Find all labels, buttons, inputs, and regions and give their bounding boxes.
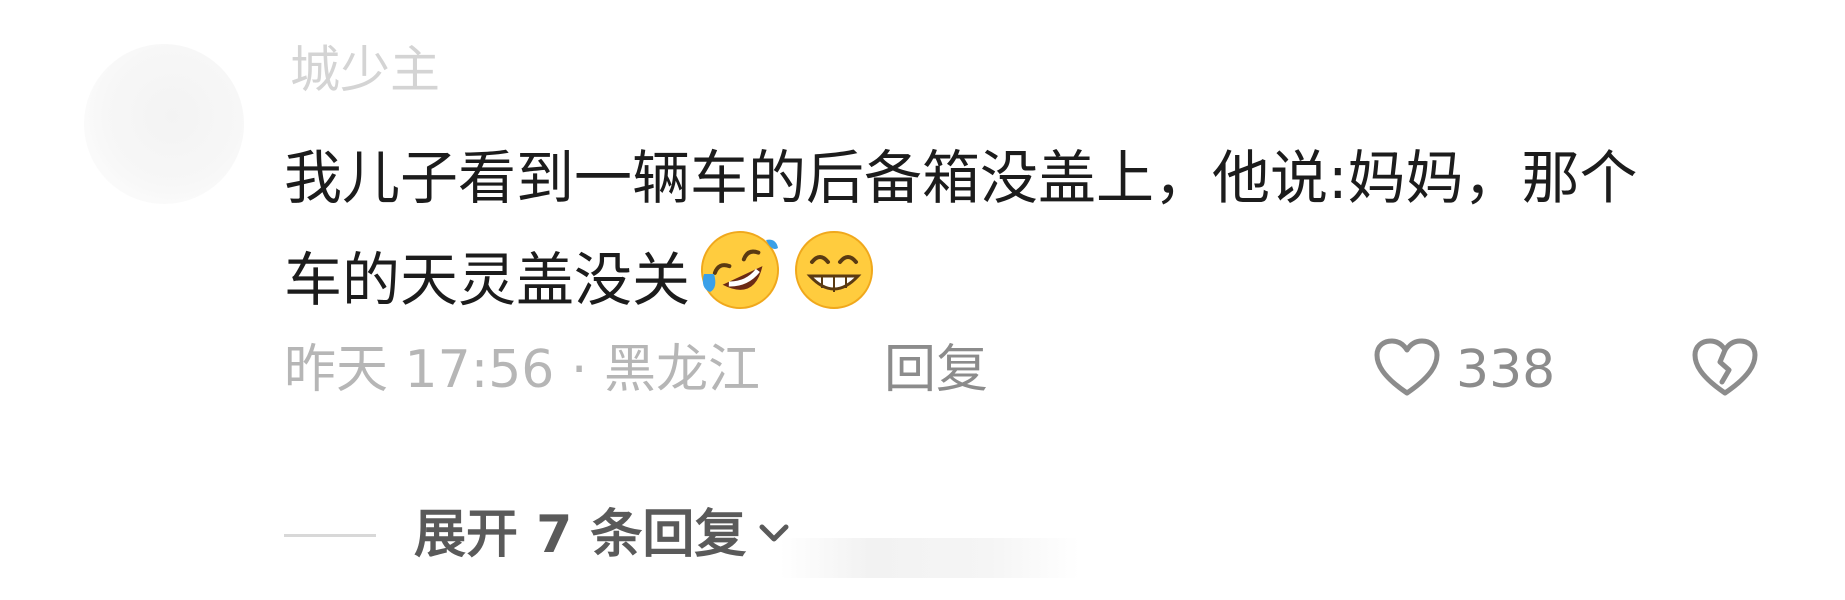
like-count: 338 [1456,340,1556,400]
comment-body: 我儿子看到一辆车的后备箱没盖上，他说:妈妈，那个车的天灵盖没关 [284,130,1684,328]
expand-replies-button[interactable]: 展开 7 条回复 [284,495,794,575]
expand-replies-label: 展开 7 条回复 [414,505,747,565]
heart-outline-icon [1374,338,1440,402]
like-button[interactable]: 338 [1374,330,1555,410]
comment-text: 我儿子看到一辆车的后备箱没盖上，他说:妈妈，那个车的天灵盖没关 [284,144,1638,314]
reply-button[interactable]: 回复 [884,330,988,410]
comment-meta: 昨天 17:56 · 黑龙江 回复 338 [284,330,1784,410]
avatar[interactable] [84,44,244,204]
grinning-face-emoji-icon [790,226,878,314]
comment-time-location: 昨天 17:56 · 黑龙江 [284,340,760,400]
watermark [780,538,1080,578]
rolling-on-floor-laughing-emoji-icon [696,226,784,314]
broken-heart-icon [1692,338,1758,402]
dislike-button[interactable] [1692,338,1758,402]
divider-line [284,533,376,537]
comment-username[interactable]: 城少主 [290,40,440,100]
